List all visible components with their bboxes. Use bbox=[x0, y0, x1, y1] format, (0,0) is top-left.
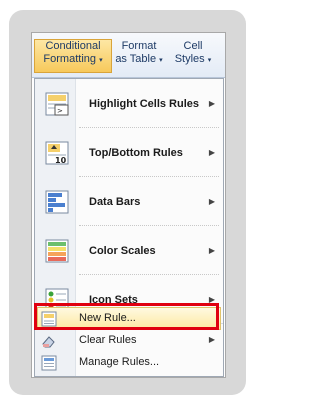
chevron-right-icon: ▶ bbox=[208, 148, 215, 157]
chevron-down-icon: ▾ bbox=[99, 57, 103, 64]
new-rule-icon bbox=[41, 311, 57, 327]
menu-separator bbox=[79, 274, 219, 275]
conditional-formatting-menu: > Highlight Cells Rules ▶ 10 Top/Bottom … bbox=[34, 78, 224, 377]
top-bottom-rules-icon: 10 bbox=[45, 141, 69, 165]
menu-item-label: Highlight Cells Rules bbox=[89, 98, 200, 110]
chevron-right-icon: ▶ bbox=[208, 197, 215, 206]
clear-rules-icon bbox=[42, 336, 55, 348]
conditional-formatting-button[interactable]: Conditional Formatting ▾ bbox=[34, 39, 112, 73]
highlight-cells-rules-icon: > bbox=[45, 92, 69, 116]
menu-item-manage-rules[interactable]: Manage Rules... bbox=[35, 352, 223, 374]
menu-separator bbox=[79, 225, 219, 226]
menu-item-top-bottom-rules[interactable]: 10 Top/Bottom Rules ▶ bbox=[35, 132, 223, 174]
svg-text:>: > bbox=[57, 107, 63, 115]
chevron-right-icon: ▶ bbox=[208, 99, 215, 108]
cell-styles-label-2: Styles bbox=[174, 53, 205, 65]
chevron-right-icon: ▶ bbox=[208, 246, 215, 255]
format-as-table-label-1: Format bbox=[121, 40, 157, 52]
data-bars-icon bbox=[45, 190, 69, 214]
cell-styles-button[interactable]: Cell Styles ▾ bbox=[168, 40, 218, 67]
color-scales-icon bbox=[45, 239, 69, 263]
menu-separator bbox=[79, 176, 219, 177]
menu-item-label: Data Bars bbox=[89, 196, 141, 208]
format-as-table-label-2: as Table bbox=[115, 53, 157, 65]
conditional-formatting-label-1: Conditional bbox=[45, 40, 101, 52]
chevron-down-icon: ▾ bbox=[207, 57, 212, 64]
menu-item-label: New Rule... bbox=[79, 312, 136, 324]
chevron-down-icon: ▾ bbox=[159, 57, 163, 64]
cell-styles-label-1: Cell bbox=[183, 40, 203, 52]
menu-item-highlight-cells-rules[interactable]: > Highlight Cells Rules ▶ bbox=[35, 83, 223, 125]
conditional-formatting-label-2: Formatting bbox=[43, 53, 96, 65]
menu-item-color-scales[interactable]: Color Scales ▶ bbox=[35, 230, 223, 272]
menu-item-clear-rules[interactable]: Clear Rules ▶ bbox=[35, 330, 223, 352]
menu-separator bbox=[79, 127, 219, 128]
menu-item-data-bars[interactable]: Data Bars ▶ bbox=[35, 181, 223, 223]
menu-item-label: Color Scales bbox=[89, 245, 156, 257]
manage-rules-icon bbox=[41, 355, 57, 371]
menu-item-label: Manage Rules... bbox=[79, 356, 160, 368]
svg-text:10: 10 bbox=[55, 156, 67, 165]
menu-item-label: Top/Bottom Rules bbox=[89, 147, 183, 159]
ribbon-styles-group: Conditional Formatting ▾ Format as Table… bbox=[32, 33, 225, 78]
menu-item-label: Clear Rules bbox=[79, 334, 137, 346]
chevron-right-icon: ▶ bbox=[208, 335, 215, 344]
format-as-table-button[interactable]: Format as Table ▾ bbox=[112, 40, 166, 67]
